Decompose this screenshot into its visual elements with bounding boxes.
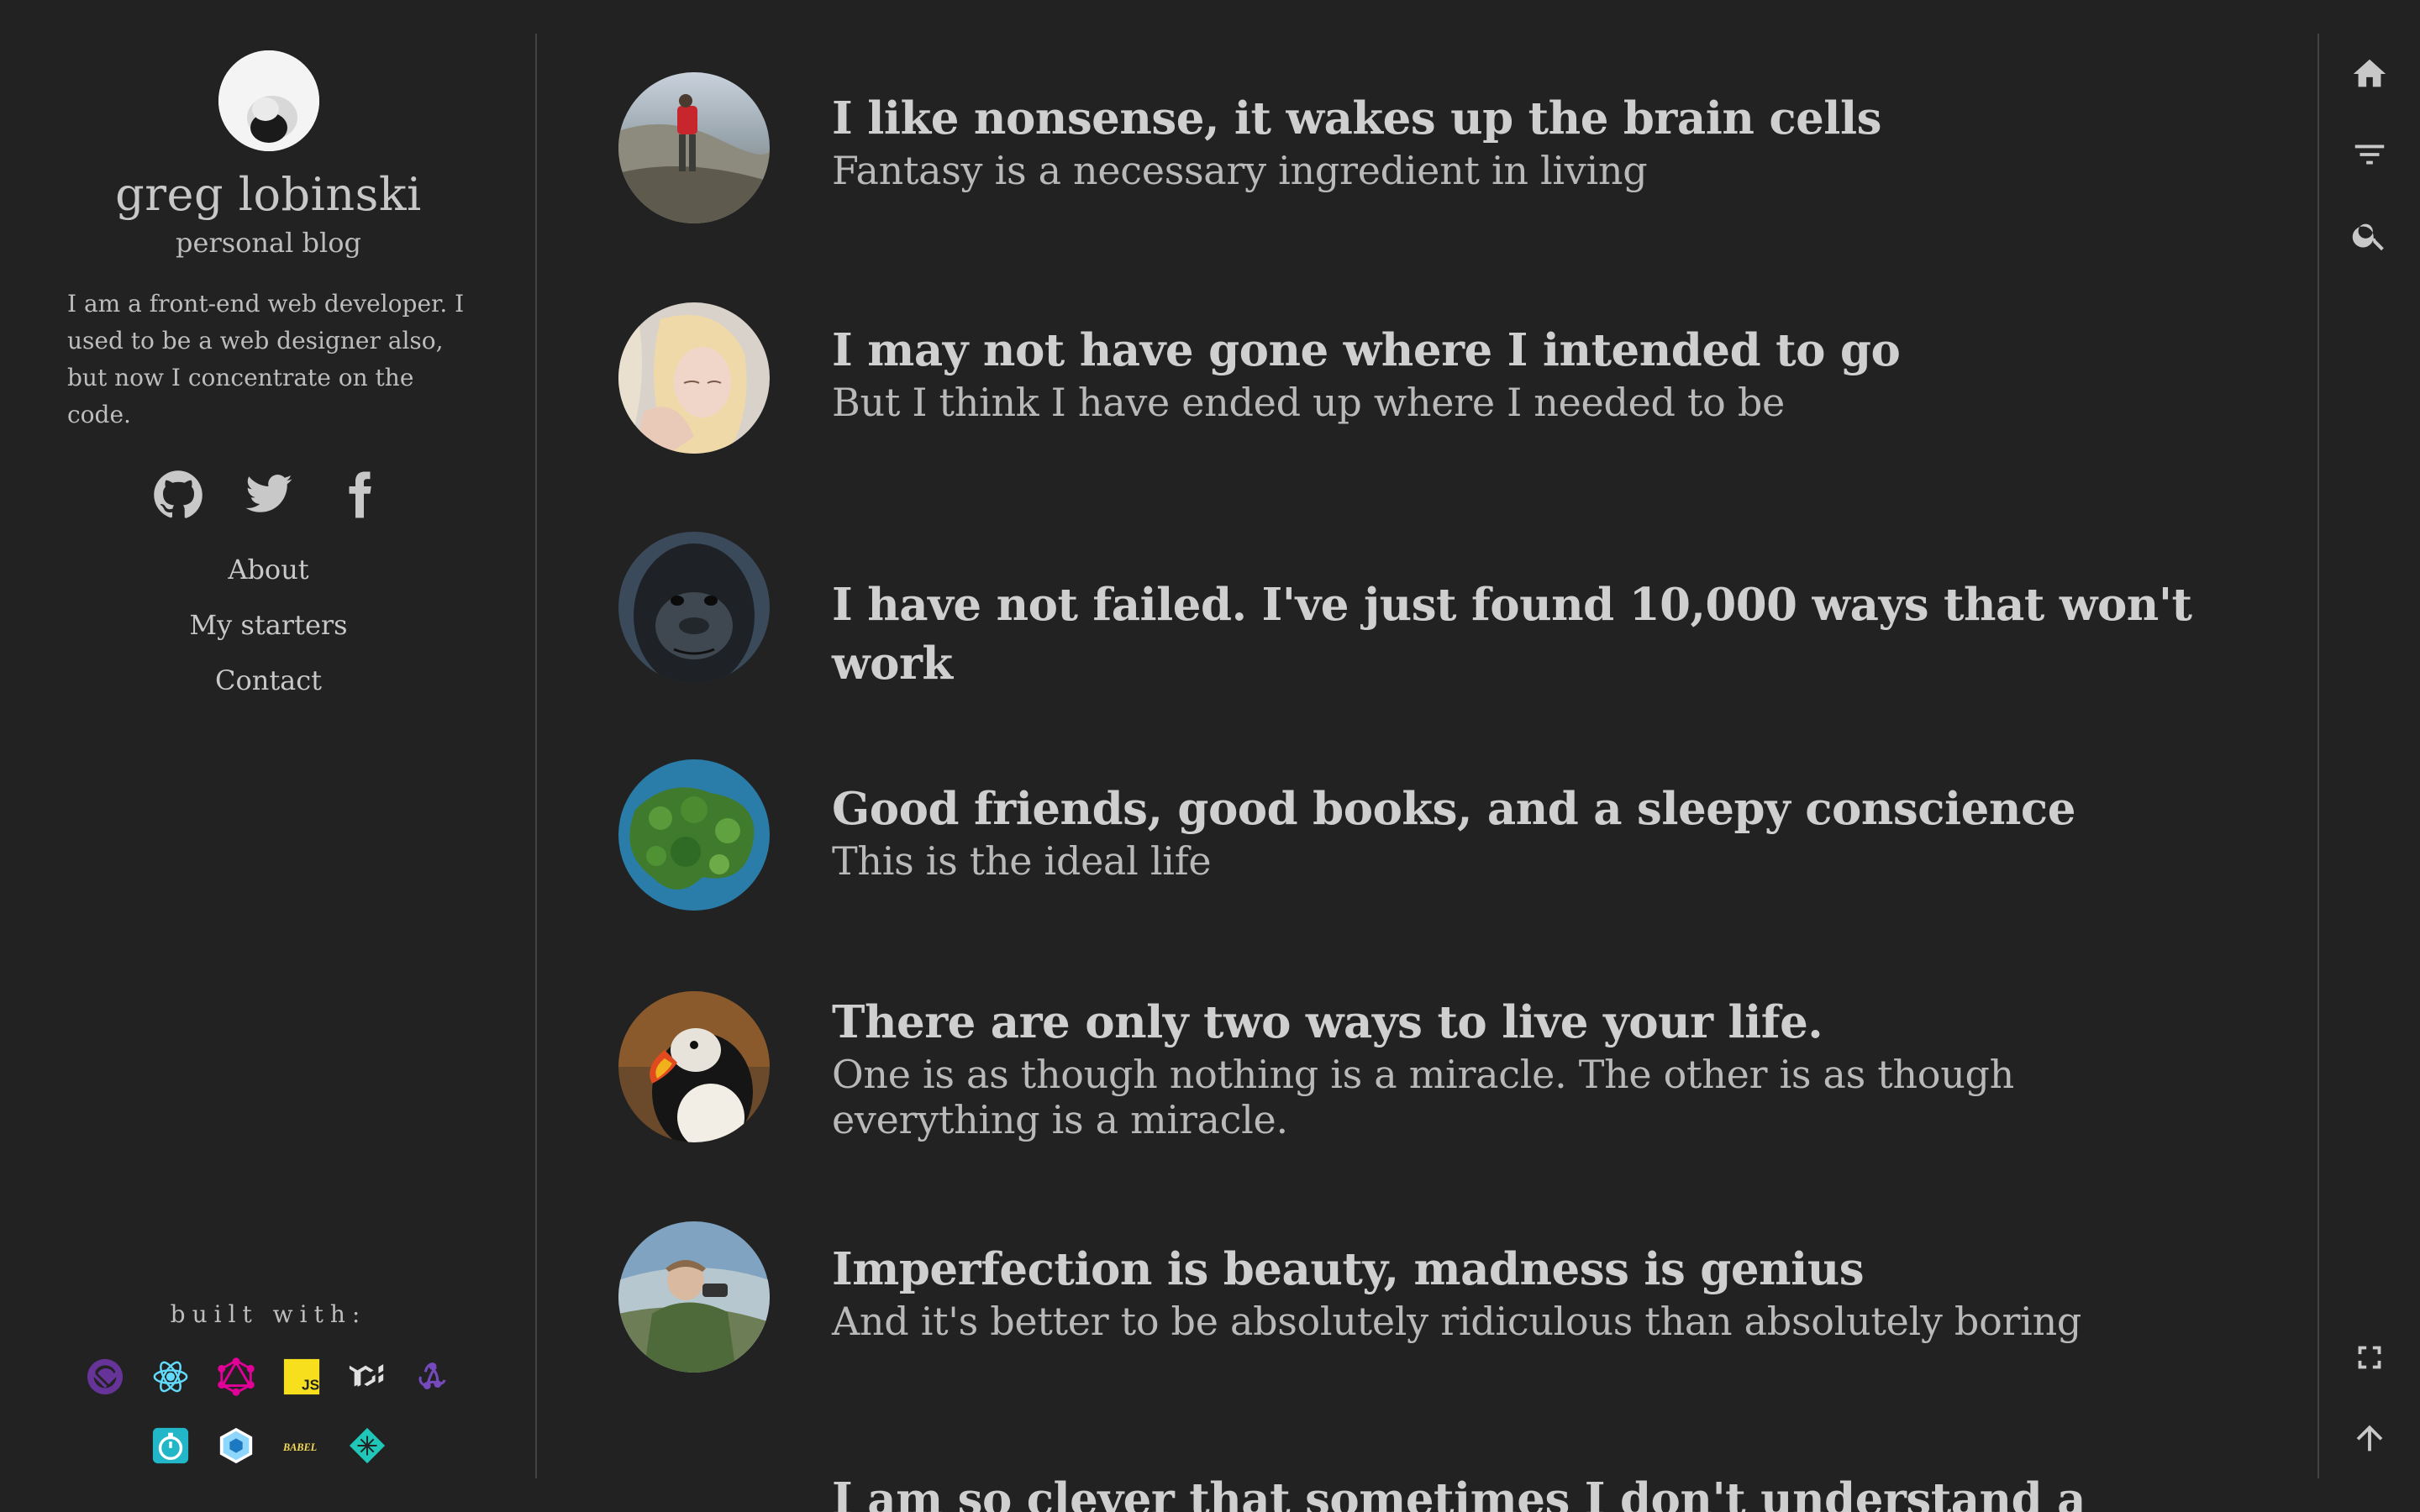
filter-button[interactable] bbox=[2344, 129, 2395, 180]
fullscreen-button[interactable] bbox=[2344, 1332, 2395, 1383]
post-thumbnail bbox=[618, 759, 770, 911]
material-ui-icon[interactable] bbox=[348, 1357, 387, 1396]
post-title[interactable]: Good friends, good books, and a sleepy c… bbox=[832, 780, 2227, 838]
post-thumbnail bbox=[618, 72, 770, 223]
post-text: There are only two ways to live your lif… bbox=[832, 993, 2227, 1142]
post-subtitle: And it's better to be absolutely ridicul… bbox=[832, 1299, 2082, 1344]
nav-about[interactable]: About bbox=[0, 546, 537, 601]
post-text: Good friends, good books, and a sleepy c… bbox=[832, 780, 2227, 884]
twitter-icon bbox=[245, 475, 292, 512]
search-button[interactable] bbox=[2344, 210, 2395, 260]
post-text: I am so clever that sometimes I don't un… bbox=[832, 1470, 2227, 1512]
tech-row: BABEL bbox=[0, 1426, 537, 1465]
react-icon[interactable] bbox=[151, 1357, 190, 1396]
blog-title[interactable]: greg lobinski bbox=[0, 168, 537, 221]
post-title[interactable]: Imperfection is beauty, madness is geniu… bbox=[832, 1240, 2227, 1299]
post-subtitle: Fantasy is a necessary ingredient in liv… bbox=[832, 148, 1648, 193]
blog-intro: I am a front-end web developer. I used t… bbox=[67, 290, 465, 428]
search-icon bbox=[2352, 223, 2384, 251]
sidebar: greg lobinski personal blog I am a front… bbox=[0, 0, 537, 1512]
fullscreen-icon bbox=[2358, 1346, 2381, 1369]
post-thumbnail bbox=[618, 1221, 770, 1373]
built-with-label: built with: bbox=[170, 1300, 367, 1328]
post-subtitle: One is as though nothing is a miracle. T… bbox=[832, 1052, 2015, 1142]
post-thumbnail bbox=[618, 991, 770, 1142]
tech-row: JS bbox=[0, 1357, 537, 1396]
post-text: I have not failed. I've just found 10,00… bbox=[832, 575, 2227, 693]
post-subtitle: This is the ideal life bbox=[832, 838, 1212, 884]
github-icon bbox=[153, 470, 203, 518]
github-link[interactable] bbox=[152, 467, 204, 522]
post-title[interactable]: I like nonsense, it wakes up the brain c… bbox=[832, 89, 2227, 148]
netlify-icon[interactable] bbox=[348, 1426, 387, 1465]
redux-icon[interactable] bbox=[413, 1357, 452, 1396]
svg-text:JS: JS bbox=[302, 1376, 319, 1393]
blog-subtitle: personal blog bbox=[176, 227, 361, 259]
toolbar-divider bbox=[2317, 34, 2319, 1478]
jest-icon[interactable] bbox=[151, 1426, 190, 1465]
nav-my-starters[interactable]: My starters bbox=[0, 601, 537, 657]
post-text: I may not have gone where I intended to … bbox=[832, 321, 2227, 425]
scroll-top-button[interactable] bbox=[2344, 1413, 2395, 1463]
home-button[interactable] bbox=[2344, 49, 2395, 99]
webpack-icon[interactable] bbox=[217, 1426, 255, 1465]
sidebar-nav: About My starters Contact bbox=[0, 546, 537, 712]
graphql-icon[interactable] bbox=[217, 1357, 255, 1396]
post-title[interactable]: There are only two ways to live your lif… bbox=[832, 993, 2227, 1052]
post-subtitle: But I think I have ended up where I need… bbox=[832, 380, 1785, 425]
post-title[interactable]: I have not failed. I've just found 10,00… bbox=[832, 575, 2227, 693]
post-list: I like nonsense, it wakes up the brain c… bbox=[537, 0, 2318, 1512]
filter-icon bbox=[2354, 144, 2385, 165]
nav-contact[interactable]: Contact bbox=[0, 657, 537, 712]
babel-icon[interactable]: BABEL bbox=[282, 1426, 321, 1465]
facebook-icon bbox=[349, 471, 371, 518]
gatsby-icon[interactable] bbox=[86, 1357, 124, 1396]
post-text: I like nonsense, it wakes up the brain c… bbox=[832, 89, 2227, 193]
post-title[interactable]: I may not have gone where I intended to … bbox=[832, 321, 2227, 380]
post-text: Imperfection is beauty, madness is geniu… bbox=[832, 1240, 2227, 1344]
twitter-link[interactable] bbox=[243, 467, 295, 522]
post-thumbnail bbox=[618, 532, 770, 683]
arrow-up-icon bbox=[2356, 1425, 2383, 1452]
facebook-link[interactable] bbox=[334, 467, 386, 522]
avatar[interactable] bbox=[218, 50, 319, 151]
javascript-icon[interactable]: JS bbox=[282, 1357, 321, 1396]
post-thumbnail bbox=[618, 302, 770, 454]
social-links bbox=[0, 467, 537, 522]
svg-text:BABEL: BABEL bbox=[282, 1441, 317, 1453]
home-icon bbox=[2353, 59, 2386, 87]
post-title[interactable]: I am so clever that sometimes I don't un… bbox=[832, 1470, 2227, 1512]
